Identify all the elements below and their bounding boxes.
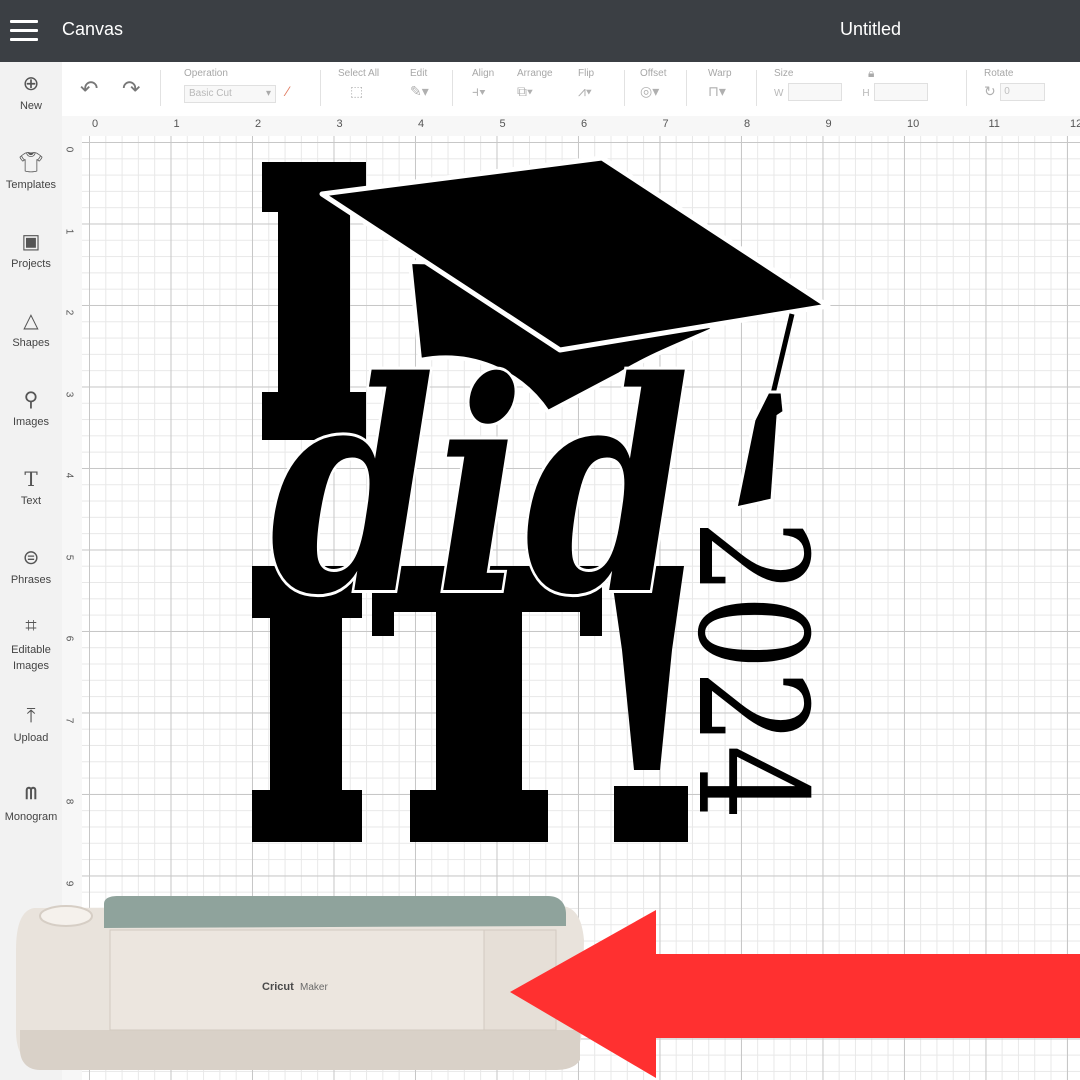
design-year-text: 2024: [664, 520, 838, 820]
design-word-did: did: [270, 319, 690, 659]
machine-brand-label: Cricut: [262, 981, 294, 993]
cricut-maker-machine-image: Cricut Maker: [16, 896, 584, 1070]
design-script-did[interactable]: did: [267, 316, 693, 662]
red-arrow-pointer: [510, 910, 1080, 1078]
canvas-overlay: did 2024 Cricut Maker: [16, 155, 1080, 1078]
machine-model-label: Maker: [300, 982, 328, 993]
design-year[interactable]: 2024: [664, 520, 838, 820]
